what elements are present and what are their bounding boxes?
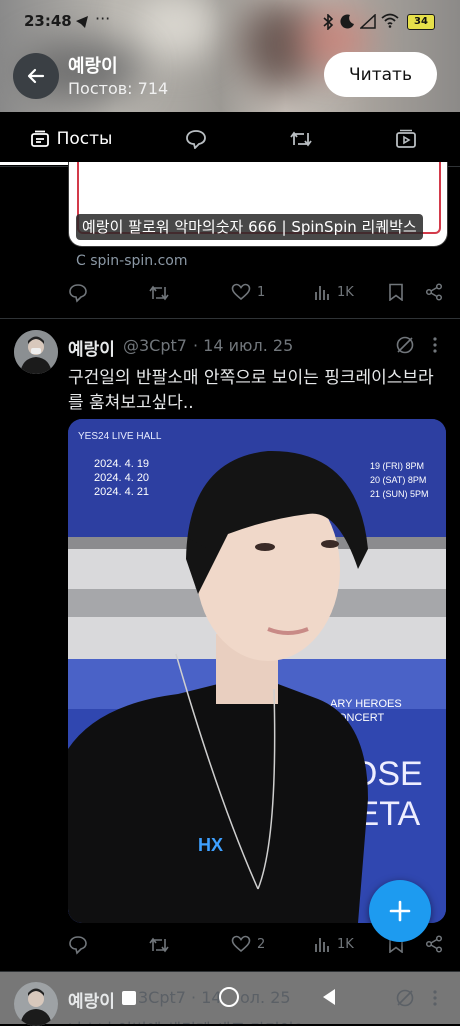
views-button[interactable]: 1K	[313, 935, 354, 953]
home-button[interactable]	[219, 987, 239, 1007]
next-tweet-date: ол. 25	[240, 988, 291, 1007]
media-icon	[396, 129, 416, 148]
tweet-handle[interactable]: @3Cpt7	[123, 336, 187, 355]
tweet-text: 구건일의 반팔소매 안쪽으로 보이는 핑크레이스브라를 훔쳐보고싶다..	[68, 368, 434, 413]
bookmark-icon	[389, 283, 403, 301]
tweet-photo: YES24 LIVE HALL 2024. 4. 19 2024. 4. 20 …	[68, 419, 446, 923]
share-icon	[425, 935, 443, 953]
views-icon	[315, 938, 329, 952]
share-button[interactable]	[425, 283, 443, 301]
back-button[interactable]	[13, 53, 59, 99]
tweet-actions-1: 1 1K	[68, 283, 448, 307]
share-icon	[425, 283, 443, 301]
profile-tabs: Посты	[0, 112, 460, 167]
battery-indicator: 34	[407, 14, 435, 30]
poster-mid-1: ARY HEROES	[330, 698, 402, 710]
retweet-icon	[149, 285, 169, 301]
poster-time-1: 19 (FRI) 8PM	[370, 461, 424, 471]
retweet-icon	[290, 131, 312, 147]
poster-date-1: 2024. 4. 19	[94, 458, 149, 470]
tweet-media[interactable]: YES24 LIVE HALL 2024. 4. 19 2024. 4. 20 …	[68, 419, 446, 923]
link-card-title[interactable]: 예랑이 팔로워 악마의숫자 666 | SpinSpin 리퀘박스	[76, 214, 423, 240]
poster-venue: YES24 LIVE HALL	[78, 431, 162, 442]
reply-icon	[69, 284, 87, 303]
no-signal-icon	[360, 14, 376, 29]
read-button[interactable]: Читать	[324, 52, 437, 97]
back-nav-icon[interactable]	[321, 988, 337, 1006]
tab-reposts[interactable]	[271, 112, 331, 166]
tweet-date: · 14 июл. 25	[193, 336, 294, 355]
tweet-author-name[interactable]: 예랑이	[68, 335, 115, 360]
retweet-button[interactable]	[148, 935, 170, 955]
dnd-moon-icon	[340, 14, 354, 29]
poster-date-3: 2024. 4. 21	[94, 486, 149, 498]
bluetooth-icon	[323, 14, 334, 30]
more-notifications-icon: ···	[95, 9, 111, 28]
tab-media[interactable]	[376, 112, 436, 166]
tab-posts-label: Посты	[56, 129, 113, 149]
recent-apps-button[interactable]	[122, 991, 136, 1005]
grok-icon[interactable]	[395, 988, 415, 1008]
next-tweet-handle[interactable]: 3Cpt7 · 14	[138, 988, 222, 1007]
avatar-image	[14, 982, 58, 1026]
poster-date-2: 2024. 4. 20	[94, 472, 149, 484]
profile-name: 예랑이	[68, 56, 118, 77]
retweet-icon	[149, 937, 169, 953]
avatar[interactable]	[14, 330, 58, 374]
more-icon[interactable]	[431, 989, 439, 1007]
tab-posts[interactable]: Посты	[0, 112, 142, 166]
reply-button[interactable]	[68, 283, 88, 303]
telegram-icon	[76, 16, 88, 28]
back-arrow-icon	[27, 68, 45, 84]
reply-icon	[69, 936, 87, 955]
avatar[interactable]	[14, 982, 58, 1026]
grok-icon[interactable]	[395, 335, 415, 355]
like-icon	[231, 283, 251, 301]
profile-header: 23:48 ··· 34 예랑이 Постов: 714 Читать	[0, 0, 460, 112]
views-count: 1K	[337, 284, 354, 300]
tab-replies[interactable]	[166, 112, 226, 166]
like-count: 2	[257, 936, 266, 952]
wifi-icon	[381, 13, 399, 28]
like-button[interactable]: 1	[231, 283, 265, 301]
posts-count: Постов: 714	[68, 79, 169, 98]
share-button[interactable]	[425, 935, 443, 953]
poster-time-3: 21 (SUN) 5PM	[370, 489, 429, 499]
views-icon	[315, 286, 329, 300]
next-tweet-text: 나스너 이번에 생긴데 새로 가기야?	[68, 1016, 303, 1024]
shirt-logo: HX	[198, 835, 223, 855]
more-icon[interactable]	[431, 336, 439, 354]
reply-icon	[186, 130, 206, 149]
like-icon	[231, 935, 251, 953]
posts-icon	[30, 130, 49, 147]
views-count: 1K	[337, 936, 354, 952]
like-button[interactable]: 2	[231, 935, 265, 953]
next-tweet-author-name[interactable]: 예랑이	[68, 987, 115, 1012]
retweet-button[interactable]	[148, 283, 170, 303]
system-nav-bar: 예랑이 3Cpt7 · 14 ол. 25 나스너 이번에 생긴데 새로 가기야…	[0, 972, 460, 1026]
views-button[interactable]: 1K	[313, 283, 354, 301]
tweet-divider	[0, 318, 460, 319]
link-card-source[interactable]: С spin-spin.com	[76, 253, 188, 269]
compose-button[interactable]	[369, 880, 431, 942]
reply-button[interactable]	[68, 935, 88, 955]
poster-time-2: 20 (SAT) 8PM	[370, 475, 426, 485]
status-bar: 23:48 ··· 34	[0, 0, 460, 44]
status-time: 23:48	[24, 12, 72, 30]
bookmark-button[interactable]	[388, 283, 404, 301]
avatar-image	[14, 330, 58, 374]
like-count: 1	[257, 284, 266, 300]
compose-icon	[389, 900, 411, 922]
